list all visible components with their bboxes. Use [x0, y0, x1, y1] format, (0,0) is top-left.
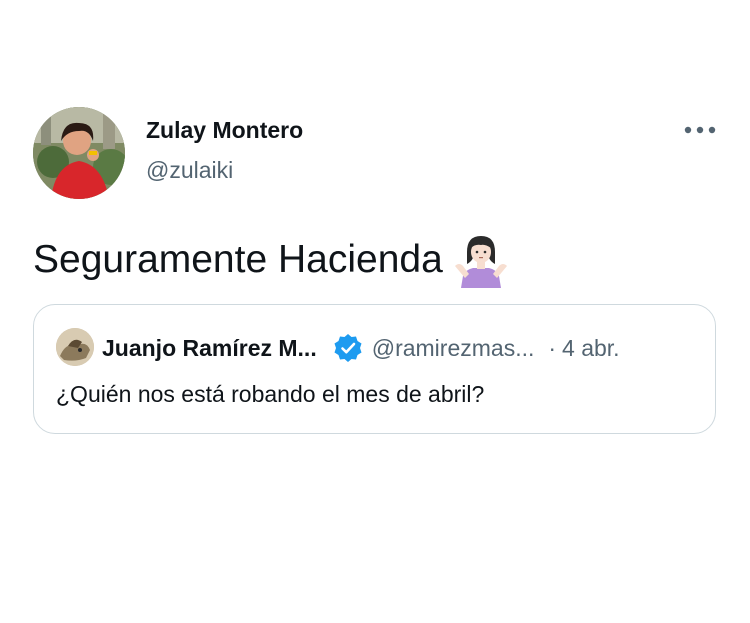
- quoted-tweet-text: ¿Quién nos está robando el mes de abril?: [56, 381, 485, 407]
- quoted-author-name[interactable]: Juanjo Ramírez M...: [102, 333, 317, 363]
- woman-shrugging-emoji-icon: [454, 236, 507, 288]
- author-handle[interactable]: @zulaiki: [146, 155, 303, 185]
- author-info: Zulay Montero @zulaiki: [146, 115, 303, 185]
- quoted-tweet-header: Juanjo Ramírez M... @ramirezmas... · 4 a…: [102, 333, 620, 363]
- tweet-text: Seguramente Hacienda: [33, 238, 443, 281]
- author-avatar[interactable]: [33, 107, 125, 199]
- quoted-separator: ·: [548, 335, 557, 361]
- quoted-tweet[interactable]: Juanjo Ramírez M... @ramirezmas... · 4 a…: [33, 304, 716, 434]
- tweet: Zulay Montero @zulaiki Seguramente Hacie…: [0, 0, 750, 623]
- author-name[interactable]: Zulay Montero: [146, 115, 303, 145]
- more-horizontal-icon: [684, 126, 716, 134]
- tweet-text-container: Seguramente Hacienda: [33, 232, 509, 288]
- quoted-author-avatar[interactable]: [56, 328, 94, 366]
- quoted-author-avatar-image: [56, 328, 94, 366]
- quoted-timestamp[interactable]: 4 abr.: [562, 333, 620, 363]
- verified-badge-icon: [334, 334, 362, 362]
- more-button[interactable]: [680, 116, 720, 144]
- author-avatar-image: [33, 107, 125, 199]
- quoted-author-handle[interactable]: @ramirezmas...: [372, 333, 535, 363]
